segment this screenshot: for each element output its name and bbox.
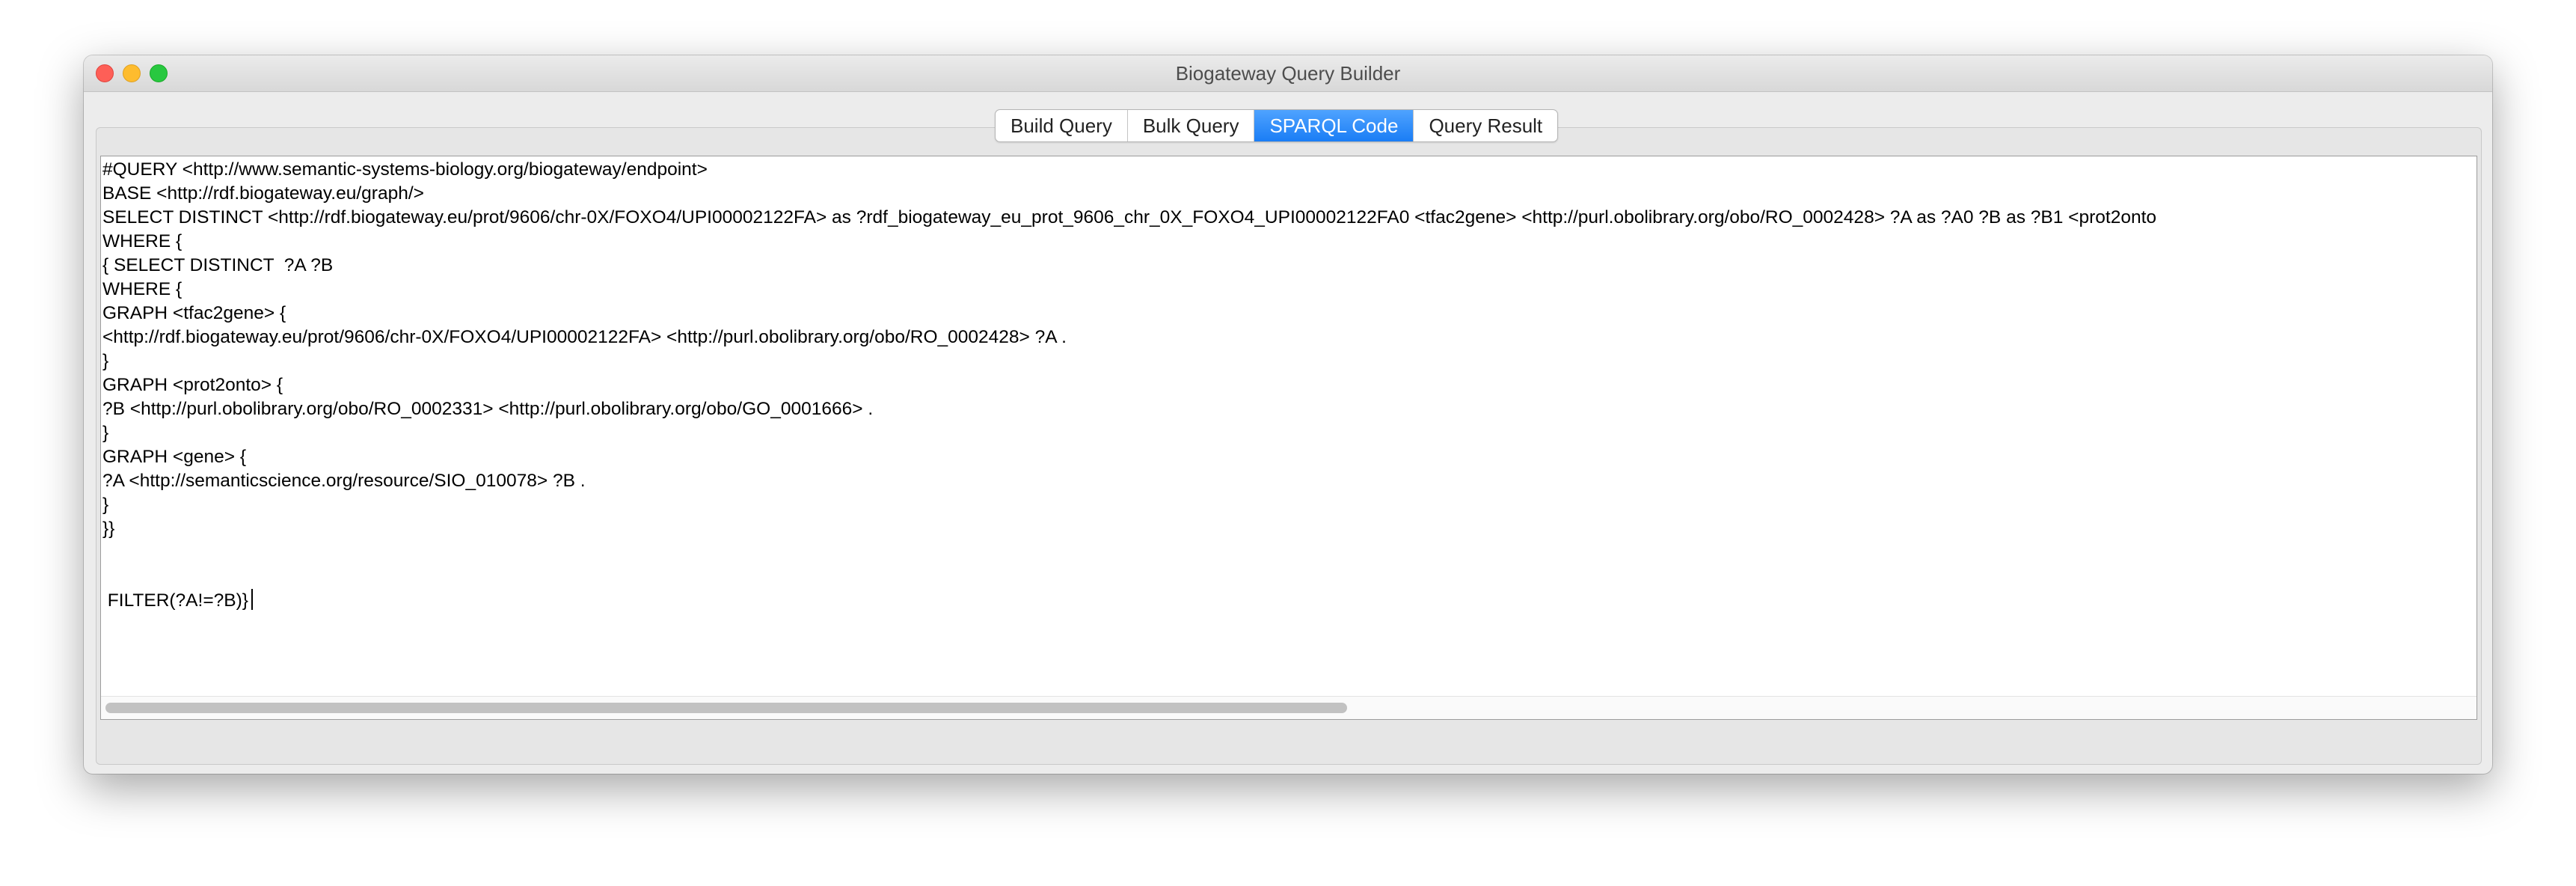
code-text: #QUERY <http://www.semantic-systems-biol… bbox=[102, 158, 2156, 613]
code-line: }} bbox=[102, 519, 115, 539]
sparql-code-editor[interactable]: #QUERY <http://www.semantic-systems-biol… bbox=[100, 156, 2477, 720]
tab-sparql-code[interactable]: SPARQL Code bbox=[1254, 110, 1414, 141]
horizontal-scrollbar-thumb[interactable] bbox=[105, 703, 1347, 713]
code-line: GRAPH <tfac2gene> { bbox=[102, 303, 286, 323]
app-window: Biogateway Query Builder Build Query Bul… bbox=[84, 55, 2492, 774]
code-line: } bbox=[102, 423, 109, 443]
code-line: ?B <http://purl.obolibrary.org/obo/RO_00… bbox=[102, 399, 874, 419]
code-line-caret: FILTER(?A!=?B)} bbox=[102, 589, 2156, 613]
code-line: } bbox=[102, 351, 109, 371]
tab-bar: Build Query Bulk Query SPARQL Code Query… bbox=[995, 109, 1559, 142]
tab-build-query[interactable]: Build Query bbox=[996, 110, 1128, 141]
code-line: #QUERY <http://www.semantic-systems-biol… bbox=[102, 159, 708, 180]
code-line: } bbox=[102, 495, 109, 515]
code-line: SELECT DISTINCT <http://rdf.biogateway.e… bbox=[102, 207, 2156, 227]
code-line: WHERE { bbox=[102, 279, 183, 299]
text-cursor bbox=[251, 589, 253, 610]
title-bar[interactable]: Biogateway Query Builder bbox=[84, 55, 2492, 92]
code-line: WHERE { bbox=[102, 231, 183, 251]
window-title: Biogateway Query Builder bbox=[1175, 62, 1401, 85]
code-line-text: FILTER(?A!=?B)} bbox=[102, 590, 248, 611]
tab-bulk-query[interactable]: Bulk Query bbox=[1128, 110, 1255, 141]
code-line: GRAPH <gene> { bbox=[102, 447, 247, 467]
code-line: { SELECT DISTINCT ?A ?B bbox=[102, 255, 334, 275]
code-line: ?A <http://semanticscience.org/resource/… bbox=[102, 471, 586, 491]
horizontal-scrollbar[interactable] bbox=[101, 696, 2477, 719]
tab-query-result[interactable]: Query Result bbox=[1414, 110, 1557, 141]
code-line: BASE <http://rdf.biogateway.eu/graph/> bbox=[102, 183, 424, 204]
code-line: <http://rdf.biogateway.eu/prot/9606/chr-… bbox=[102, 327, 1067, 347]
code-line: GRAPH <prot2onto> { bbox=[102, 375, 283, 395]
